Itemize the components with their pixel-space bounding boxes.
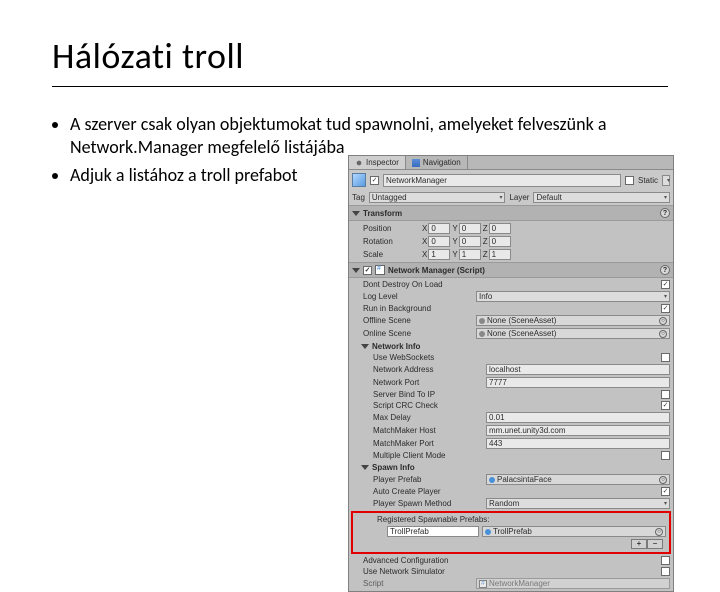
offline-scene-field[interactable]: None (SceneAsset)○	[476, 315, 670, 326]
crc-checkbox[interactable]	[661, 401, 670, 410]
tab-navigation[interactable]: Navigation	[406, 156, 468, 169]
scl-y[interactable]: 1	[459, 249, 481, 260]
network-port-field[interactable]: 7777	[486, 377, 670, 388]
foldout-icon[interactable]	[361, 465, 369, 470]
transform-header[interactable]: Transform ?	[349, 205, 673, 221]
pos-z[interactable]: 0	[489, 223, 511, 234]
foldout-icon[interactable]	[361, 344, 369, 349]
registered-prefab-name[interactable]: TrollPrefab	[387, 526, 479, 537]
tab-inspector[interactable]: Inspector	[349, 156, 406, 169]
bind-ip-checkbox[interactable]	[661, 390, 670, 399]
pos-y[interactable]: 0	[459, 223, 481, 234]
foldout-icon	[352, 211, 360, 216]
gameobject-name-field[interactable]: NetworkManager	[383, 174, 621, 187]
title-rule	[52, 86, 668, 87]
run-bg-checkbox[interactable]	[661, 304, 670, 313]
multiclient-checkbox[interactable]	[661, 451, 670, 460]
highlight-box: Registered Spawnable Prefabs: TrollPrefa…	[351, 511, 671, 554]
pos-x[interactable]: 0	[428, 223, 450, 234]
list-remove-button[interactable]: −	[647, 539, 663, 549]
rot-x[interactable]: 0	[428, 236, 450, 247]
slide-title: Hálózati troll	[52, 34, 668, 78]
use-websockets-checkbox[interactable]	[661, 353, 670, 362]
registered-prefab-field[interactable]: TrollPrefab○	[482, 526, 666, 537]
spawn-method-dropdown[interactable]: Random▾	[486, 498, 670, 509]
network-address-field[interactable]: localhost	[486, 364, 670, 375]
player-prefab-field[interactable]: PalacsintaFace○	[486, 474, 670, 485]
static-dropdown[interactable]: ▾	[662, 175, 670, 186]
help-icon[interactable]: ?	[660, 208, 670, 218]
tag-layer-row: Tag Untagged▾ Layer Default▾	[349, 190, 673, 205]
advanced-config-checkbox[interactable]	[661, 556, 670, 565]
layer-dropdown[interactable]: Default▾	[533, 192, 670, 203]
script-icon	[375, 265, 385, 275]
inspector-tabs: Inspector Navigation	[349, 156, 673, 170]
online-scene-field[interactable]: None (SceneAsset)○	[476, 328, 670, 339]
max-delay-field[interactable]: 0.01	[486, 412, 670, 423]
gameobject-header: NetworkManager Static ▾	[349, 170, 673, 190]
gameobject-cube-icon	[352, 173, 366, 187]
static-checkbox[interactable]	[625, 176, 634, 185]
registered-prefabs-label: Registered Spawnable Prefabs:	[377, 515, 490, 524]
use-simulator-checkbox[interactable]	[661, 567, 670, 576]
rot-z[interactable]: 0	[489, 236, 511, 247]
active-checkbox[interactable]	[370, 176, 379, 185]
log-level-dropdown[interactable]: Info▾	[476, 291, 670, 302]
mm-port-field[interactable]: 443	[486, 438, 670, 449]
dont-destroy-checkbox[interactable]	[661, 280, 670, 289]
networkmanager-header[interactable]: Network Manager (Script) ?	[349, 262, 673, 278]
tag-dropdown[interactable]: Untagged▾	[369, 192, 506, 203]
navigation-icon	[412, 159, 420, 167]
scl-x[interactable]: 1	[428, 249, 450, 260]
rot-y[interactable]: 0	[459, 236, 481, 247]
inspector-icon	[355, 159, 363, 167]
auto-create-checkbox[interactable]	[661, 487, 670, 496]
list-add-button[interactable]: +	[631, 539, 647, 549]
script-field: NetworkManager	[476, 578, 670, 589]
foldout-icon	[352, 268, 360, 273]
bullet-1: A szerver csak olyan objektumokat tud sp…	[70, 113, 668, 158]
scl-z[interactable]: 1	[489, 249, 511, 260]
help-icon[interactable]: ?	[660, 265, 670, 275]
mm-host-field[interactable]: mm.unet.unity3d.com	[486, 425, 670, 436]
component-enable-checkbox[interactable]	[363, 266, 372, 275]
unity-inspector-panel: Inspector Navigation NetworkManager Stat…	[348, 155, 674, 592]
